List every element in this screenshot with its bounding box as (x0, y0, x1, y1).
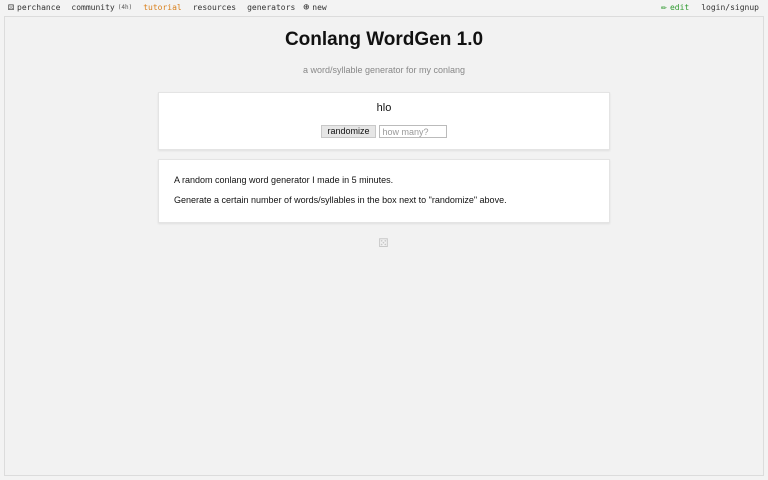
plus-circle-icon: ⊕ (303, 2, 310, 13)
nav-tutorial[interactable]: tutorial (140, 0, 182, 16)
nav-tutorial-label: tutorial (143, 3, 182, 12)
randomize-button[interactable]: randomize (321, 125, 376, 138)
nav-left: ⚄ perchance community (4h) tutorial reso… (8, 0, 335, 16)
generated-word: hlo (376, 102, 392, 114)
description-line-2: Generate a certain number of words/sylla… (174, 195, 507, 205)
nav-generators[interactable]: generators (244, 0, 295, 16)
nav-login[interactable]: login/signup (698, 0, 759, 16)
nav-community-label: community (71, 3, 115, 12)
generator-controls: randomize (159, 125, 609, 138)
nav-new[interactable]: ⊕ new (303, 0, 326, 16)
page-title: Conlang WordGen 1.0 (284, 29, 484, 50)
nav-edit[interactable]: ✏ edit (661, 0, 689, 16)
top-nav: ⚄ perchance community (4h) tutorial reso… (0, 0, 768, 16)
nav-right: ✏ edit login/signup (652, 0, 759, 16)
dice-icon: ⚄ (8, 2, 15, 13)
description-card: A random conlang word generator I made i… (158, 159, 610, 223)
dice-footer-icon[interactable]: ⚄ (378, 236, 389, 250)
nav-resources-label: resources (192, 3, 237, 12)
nav-edit-label: edit (669, 3, 690, 12)
count-input[interactable] (378, 125, 447, 138)
nav-community-count: (4h) (117, 4, 133, 11)
nav-new-label: new (312, 3, 327, 12)
nav-generators-label: generators (247, 3, 296, 12)
nav-community[interactable]: community (4h) (68, 0, 132, 16)
nav-resources[interactable]: resources (190, 0, 236, 16)
page-subtitle: a word/syllable generator for my conlang (302, 65, 466, 75)
nav-login-label: login/signup (701, 3, 759, 12)
output-card: hlo randomize (158, 92, 610, 150)
nav-perchance[interactable]: ⚄ perchance (8, 0, 60, 16)
description-line-1: A random conlang word generator I made i… (174, 175, 394, 185)
nav-perchance-label: perchance (17, 3, 61, 12)
pencil-icon: ✏ (660, 2, 667, 13)
